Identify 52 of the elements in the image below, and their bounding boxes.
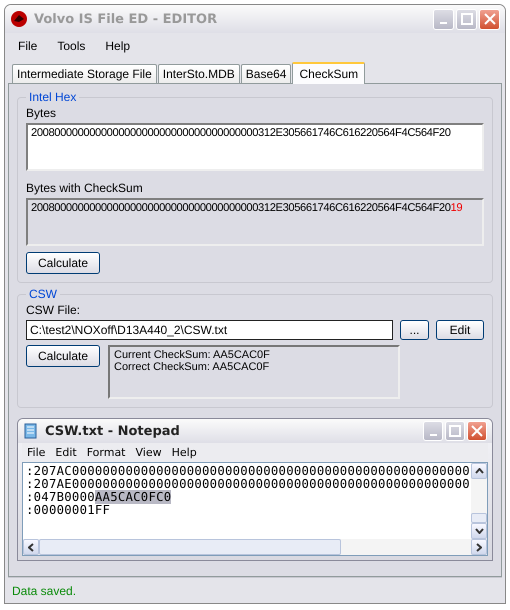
file-path-field[interactable]: C:\test2\NOXoff\D13A440_2\CSW.txt bbox=[26, 320, 393, 340]
menu-item[interactable]: Format bbox=[82, 445, 130, 460]
calculate-button[interactable]: Calculate bbox=[26, 252, 100, 274]
app-logo-icon bbox=[10, 10, 28, 28]
text-line: :00000001FF bbox=[26, 504, 110, 517]
tab[interactable]: InterSto.MDB bbox=[158, 64, 240, 83]
close-icon bbox=[471, 425, 483, 437]
tab[interactable]: CheckSum bbox=[292, 62, 366, 84]
group-title: Intel Hex bbox=[28, 90, 78, 104]
close-button[interactable] bbox=[479, 8, 500, 30]
maximize-button[interactable] bbox=[456, 8, 477, 30]
maximize-button[interactable] bbox=[445, 421, 465, 441]
notepad-icon bbox=[23, 423, 39, 439]
status-text: Data saved. bbox=[12, 584, 76, 598]
minimize-button[interactable] bbox=[423, 421, 443, 441]
text-line: :207AE0000000000000000000000000000000000000000000000000000 bbox=[26, 478, 470, 491]
checksum-bytes-field[interactable]: 200800000000000000000000000000000000000312E305661746C616220564F4C564F2019 bbox=[26, 198, 484, 246]
window-title: CSW.txt - Notepad bbox=[45, 424, 181, 438]
edit-button[interactable]: Edit bbox=[436, 320, 484, 340]
result-text: Current CheckSum: AA5CAC0F bbox=[114, 349, 270, 361]
menu-item[interactable]: Tools bbox=[49, 37, 94, 55]
hex-text: 200800000000000000000000000000000000000312E305661746C616220564F4C564F2019 bbox=[31, 202, 462, 214]
tab[interactable]: Intermediate Storage File bbox=[12, 64, 157, 83]
result-text: Correct CheckSum: AA5CAC0F bbox=[114, 361, 270, 373]
menu-item[interactable]: Edit bbox=[50, 445, 82, 460]
maximize-icon bbox=[460, 13, 472, 25]
browse-button[interactable]: ... bbox=[400, 320, 429, 340]
close-button[interactable] bbox=[467, 421, 487, 441]
menu-item[interactable]: View bbox=[130, 445, 167, 460]
close-icon bbox=[484, 13, 496, 25]
window-title: Volvo IS File ED - EDITOR bbox=[34, 12, 218, 26]
text-line: :047B0000AA5CAC0FC0 bbox=[26, 491, 172, 504]
menu-item[interactable]: Help bbox=[97, 37, 138, 55]
vertical-scrollbar[interactable] bbox=[471, 463, 487, 539]
field-label: Bytes with CheckSum bbox=[26, 181, 143, 195]
field-label: Bytes bbox=[26, 106, 56, 120]
menu-item[interactable]: Help bbox=[166, 445, 202, 460]
bytes-field[interactable]: 200800000000000000000000000000000000000312E305661746C616220564F4C564F20 bbox=[26, 123, 484, 171]
scroll-thumb[interactable] bbox=[471, 513, 487, 523]
tab[interactable]: Base64 bbox=[240, 64, 292, 83]
field-label: CSW File: bbox=[26, 303, 80, 317]
text-line: :207AC0000000000000000000000000000000000000000000000000000 bbox=[26, 465, 470, 478]
minimize-icon bbox=[430, 434, 436, 436]
minimize-button[interactable] bbox=[433, 8, 454, 30]
scroll-thumb[interactable] bbox=[39, 539, 341, 555]
calculate-button[interactable]: Calculate bbox=[26, 345, 100, 367]
horizontal-scrollbar[interactable] bbox=[22, 539, 488, 556]
menu-item[interactable]: File bbox=[10, 37, 46, 55]
group-title: CSW bbox=[28, 287, 58, 301]
maximize-icon bbox=[449, 425, 461, 437]
menu-item[interactable]: File bbox=[22, 445, 50, 460]
minimize-icon bbox=[440, 22, 447, 24]
